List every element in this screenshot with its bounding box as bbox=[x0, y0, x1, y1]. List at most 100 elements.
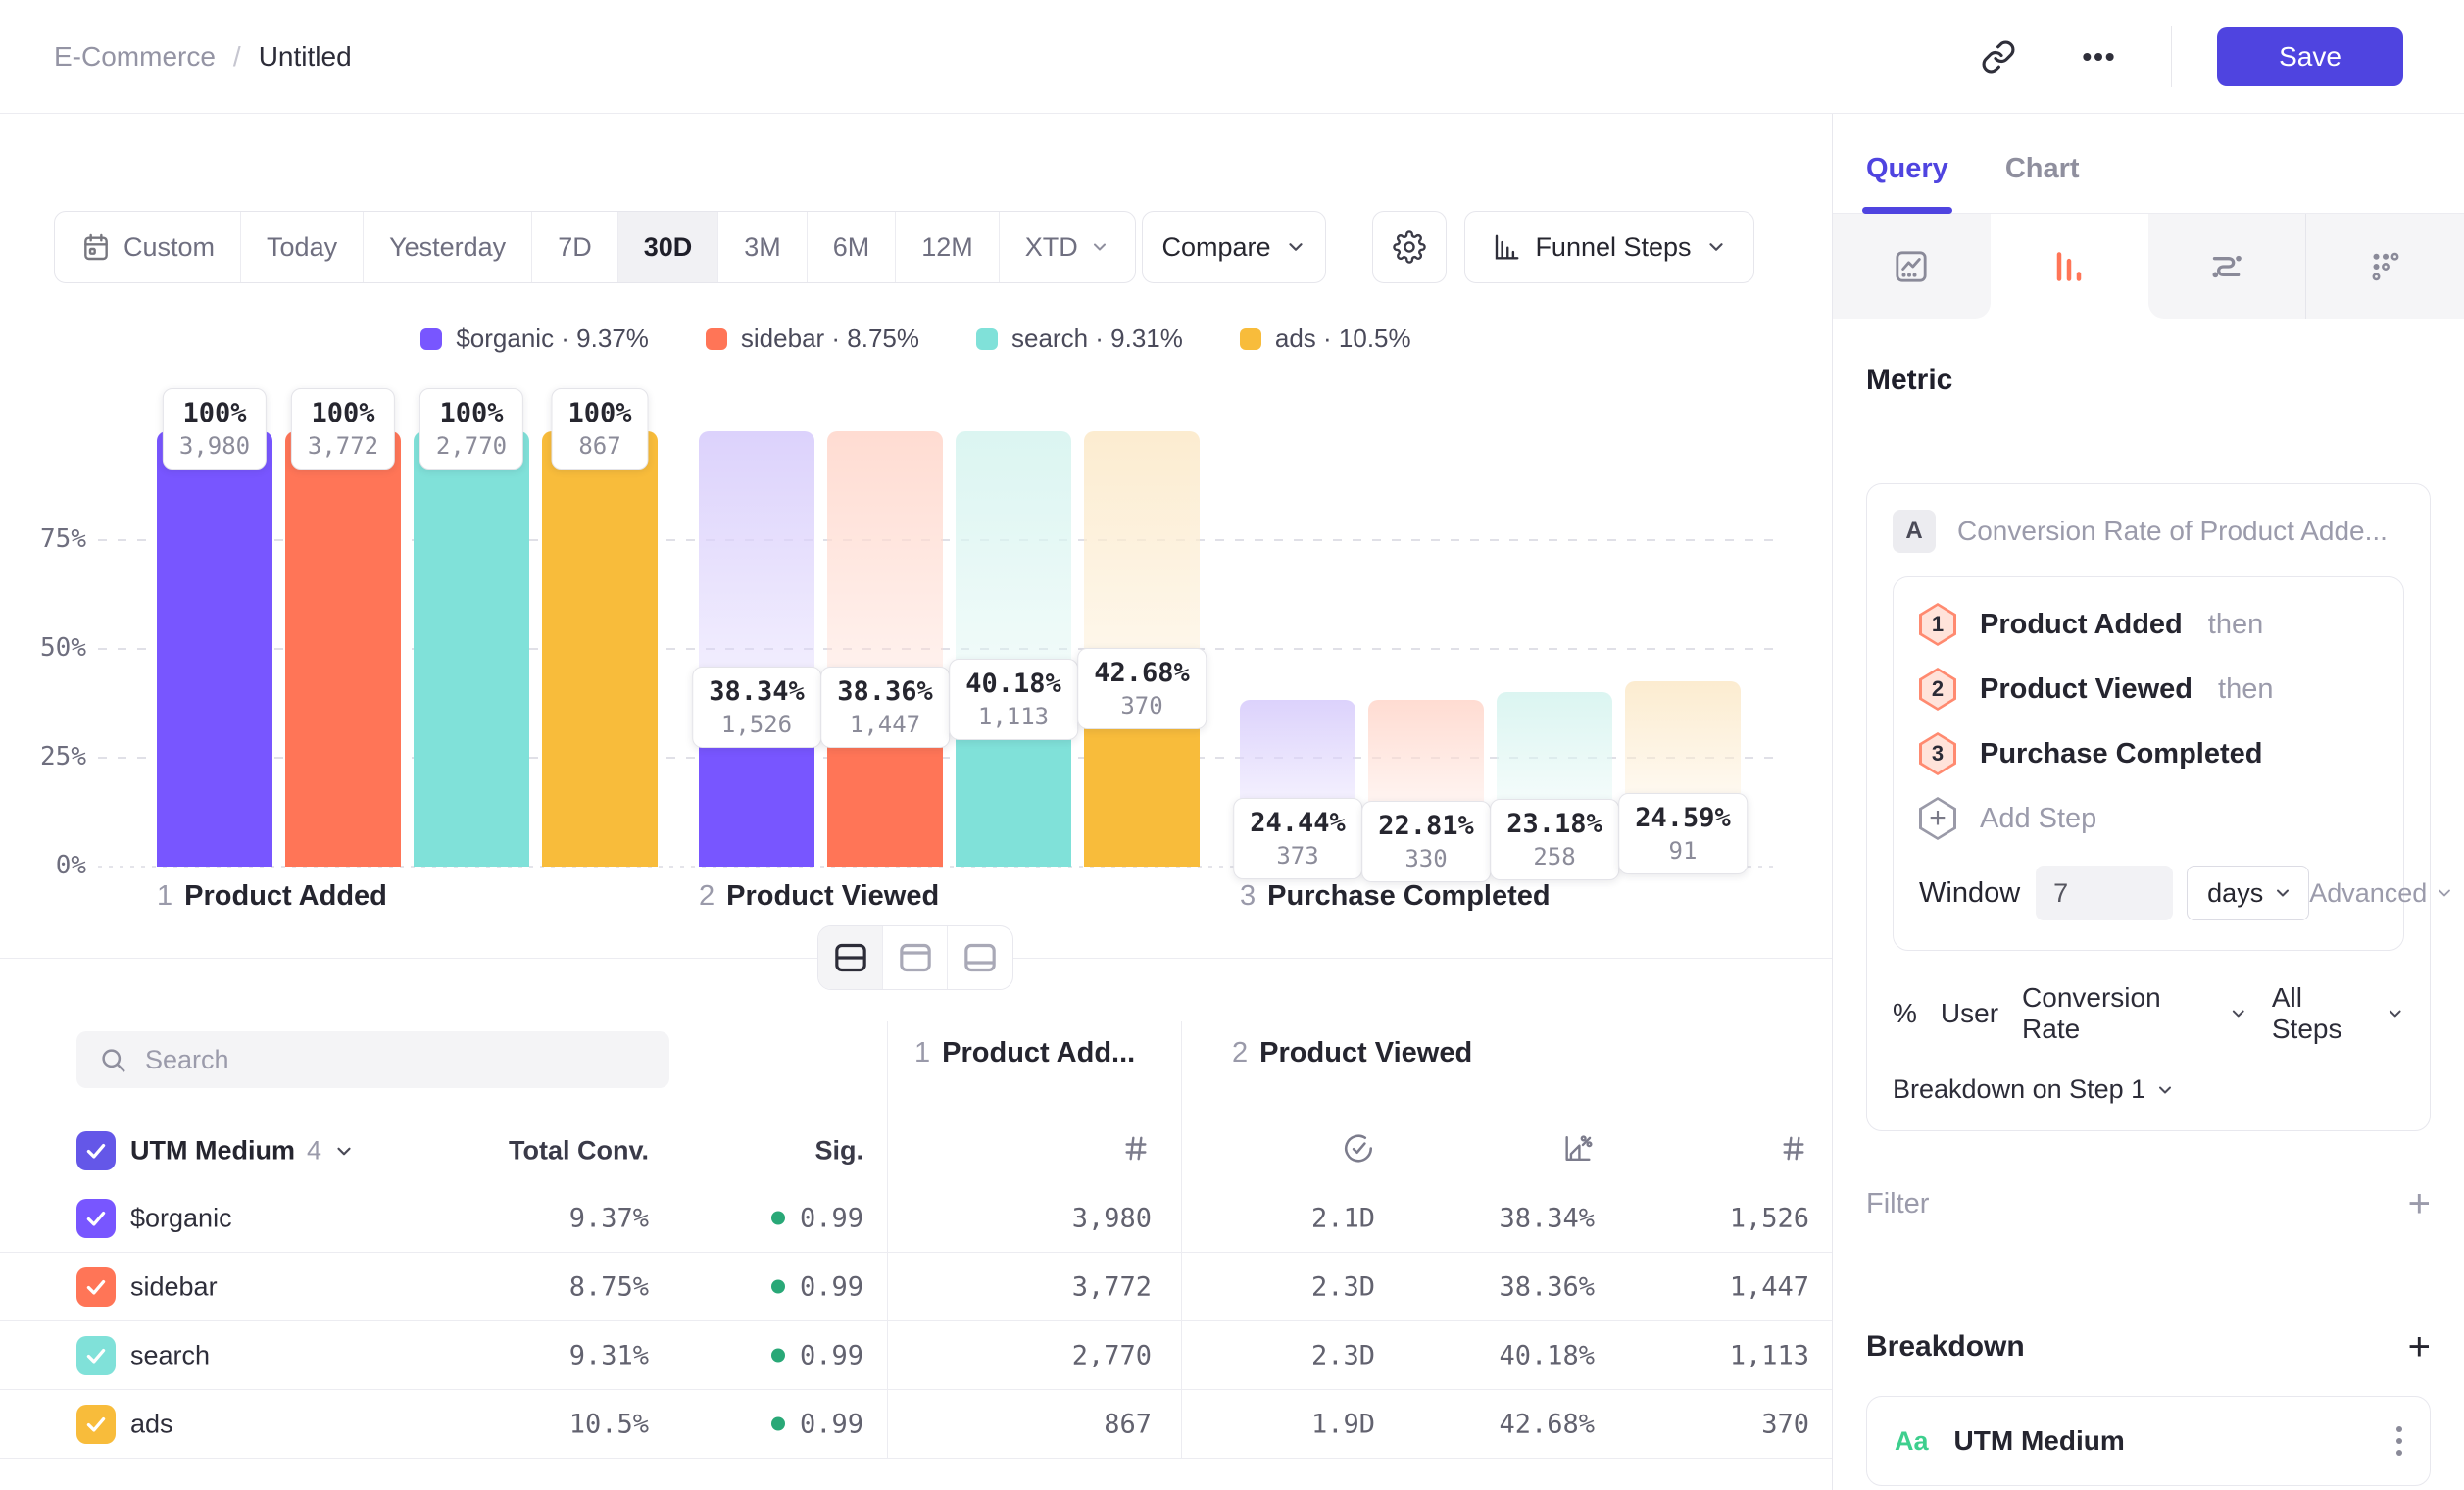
panel-tab-query[interactable]: Query bbox=[1866, 153, 1948, 213]
retention-report-tab[interactable] bbox=[2305, 214, 2464, 319]
table-only-view-toggle[interactable] bbox=[948, 926, 1012, 989]
counting-method-toggle[interactable]: User bbox=[1941, 998, 1998, 1029]
split-view-icon bbox=[831, 938, 870, 977]
insights-report-tab[interactable] bbox=[1833, 214, 1991, 319]
more-options-icon[interactable] bbox=[2071, 29, 2126, 84]
total-conv-header[interactable]: Total Conv. bbox=[509, 1136, 649, 1167]
count-column-icon[interactable] bbox=[1120, 1133, 1152, 1169]
range-button-7d[interactable]: 7D bbox=[532, 212, 618, 282]
advanced-dropdown[interactable]: Advanced bbox=[2309, 878, 2454, 909]
add-step-row[interactable]: + Add Step bbox=[1919, 797, 2378, 840]
conv-rate-column-icon[interactable] bbox=[1561, 1132, 1595, 1170]
legend-label: sidebar · 8.75% bbox=[741, 323, 919, 354]
range-button-6m[interactable]: 6M bbox=[808, 212, 897, 282]
select-all-checkbox[interactable] bbox=[76, 1131, 116, 1170]
breakdown-on-step-label: Breakdown on Step 1 bbox=[1893, 1074, 2145, 1105]
check-icon bbox=[83, 1138, 109, 1164]
range-button-xtd[interactable]: XTD bbox=[1000, 212, 1135, 282]
bar-value-tooltip: 100%3,980 bbox=[163, 388, 267, 470]
row-checkbox[interactable] bbox=[76, 1267, 116, 1307]
chart-only-view-toggle[interactable] bbox=[883, 926, 948, 989]
range-label: 6M bbox=[833, 232, 870, 263]
count-column-icon[interactable] bbox=[1778, 1133, 1809, 1169]
search-input[interactable] bbox=[145, 1045, 616, 1075]
breakdown-column-header[interactable]: UTM Medium bbox=[130, 1136, 295, 1167]
y-axis-tick: 0% bbox=[27, 851, 86, 880]
range-button-today[interactable]: Today bbox=[241, 212, 364, 282]
window-unit-dropdown[interactable]: days bbox=[2187, 866, 2309, 920]
range-label: 3M bbox=[744, 232, 781, 263]
chart-step-label-1: 1Product Added bbox=[157, 880, 387, 913]
metric-summary[interactable]: A Conversion Rate of Product Adde... bbox=[1893, 510, 2404, 553]
step-event-name: Purchase Completed bbox=[1980, 738, 2262, 770]
y-axis-tick: 75% bbox=[27, 524, 86, 554]
funnels-report-tab[interactable] bbox=[1991, 214, 2148, 319]
funnel-bar-ads-step1[interactable] bbox=[542, 431, 658, 867]
breakdown-options-icon[interactable] bbox=[2396, 1426, 2402, 1456]
chevron-down-icon bbox=[1090, 237, 1109, 257]
compare-button[interactable]: Compare bbox=[1142, 211, 1326, 283]
measure-type-dropdown[interactable]: Conversion Rate bbox=[2022, 982, 2248, 1045]
table-step1-header[interactable]: 1Product Add... bbox=[914, 1037, 1135, 1069]
step-number-badge: 3 bbox=[1919, 732, 1956, 775]
step-number-badge: 2 bbox=[1919, 668, 1956, 711]
legend-item-ads[interactable]: ads · 10.5% bbox=[1240, 323, 1411, 354]
query-step-3[interactable]: 3 Purchase Completed bbox=[1919, 732, 2378, 775]
step2-avg-time-cell: 2.3D bbox=[1311, 1271, 1375, 1302]
panel-tab-chart[interactable]: Chart bbox=[2005, 153, 2080, 213]
step2-avg-time-cell: 2.1D bbox=[1311, 1203, 1375, 1233]
window-value-input[interactable] bbox=[2036, 866, 2173, 920]
chart-type-dropdown[interactable]: Funnel Steps bbox=[1464, 211, 1754, 283]
range-button-12m[interactable]: 12M bbox=[896, 212, 1000, 282]
top-header: E-Commerce / Untitled Save bbox=[0, 0, 2464, 114]
row-checkbox[interactable] bbox=[76, 1199, 116, 1238]
avg-time-column-icon[interactable] bbox=[1342, 1132, 1375, 1170]
flows-report-tab[interactable] bbox=[2148, 214, 2306, 319]
step-number: 1 bbox=[157, 880, 172, 912]
funnel-bar-sidebar-step1[interactable] bbox=[285, 431, 401, 867]
query-step-1[interactable]: 1Product Addedthen bbox=[1919, 603, 2378, 646]
sig-header[interactable]: Sig. bbox=[814, 1136, 863, 1167]
range-button-custom[interactable]: Custom bbox=[55, 212, 241, 282]
step-number: 1 bbox=[914, 1037, 930, 1068]
row-checkbox[interactable] bbox=[76, 1405, 116, 1444]
funnel-bar-search-step1[interactable] bbox=[414, 431, 529, 867]
funnel-chart-icon bbox=[1492, 232, 1521, 262]
add-filter-button[interactable]: + bbox=[2408, 1184, 2431, 1223]
chevron-down-icon[interactable] bbox=[333, 1140, 355, 1162]
legend-item-search[interactable]: search · 9.31% bbox=[976, 323, 1183, 354]
breakdown-on-step-dropdown[interactable]: Breakdown on Step 1 bbox=[1893, 1074, 2404, 1105]
metric-card: A Conversion Rate of Product Adde... 1Pr… bbox=[1866, 483, 2431, 1131]
row-checkbox[interactable] bbox=[76, 1336, 116, 1375]
add-breakdown-button[interactable]: + bbox=[2408, 1327, 2431, 1366]
add-step-icon: + bbox=[1919, 797, 1956, 840]
total-conv-cell: 8.75% bbox=[569, 1271, 649, 1302]
breadcrumb-report-title[interactable]: Untitled bbox=[259, 41, 352, 73]
step-number-badge: 1 bbox=[1919, 603, 1956, 646]
y-axis-tick: 50% bbox=[27, 633, 86, 663]
split-view-toggle[interactable] bbox=[818, 926, 883, 989]
breakdown-property-card[interactable]: Aa UTM Medium bbox=[1866, 1396, 2431, 1486]
chart-settings-button[interactable] bbox=[1372, 211, 1447, 283]
legend-item-sidebar[interactable]: sidebar · 8.75% bbox=[706, 323, 919, 354]
legend-item-organic[interactable]: $organic · 9.37% bbox=[420, 323, 649, 354]
step-name: Product Viewed bbox=[726, 880, 939, 912]
tooltip-count: 867 bbox=[567, 431, 631, 462]
range-button-3m[interactable]: 3M bbox=[718, 212, 808, 282]
save-button[interactable]: Save bbox=[2217, 27, 2403, 86]
chevron-down-icon bbox=[2386, 1004, 2404, 1023]
range-button-30d[interactable]: 30D bbox=[618, 212, 719, 282]
tooltip-count: 370 bbox=[1094, 691, 1190, 721]
total-conv-cell: 9.37% bbox=[569, 1203, 649, 1233]
percent-toggle[interactable]: % bbox=[1893, 998, 1917, 1029]
breadcrumb-project[interactable]: E-Commerce bbox=[54, 41, 216, 73]
table-step2-header[interactable]: 2Product Viewed bbox=[1232, 1037, 1472, 1069]
range-button-yesterday[interactable]: Yesterday bbox=[364, 212, 532, 282]
query-step-2[interactable]: 2Product Viewedthen bbox=[1919, 668, 2378, 711]
copy-link-icon[interactable] bbox=[1971, 29, 2026, 84]
chevron-down-icon bbox=[2435, 883, 2454, 903]
funnel-bar-organic-step1[interactable] bbox=[157, 431, 272, 867]
view-toggle-group bbox=[817, 925, 1013, 990]
steps-scope-dropdown[interactable]: All Steps bbox=[2272, 982, 2404, 1045]
table-search bbox=[76, 1031, 669, 1088]
